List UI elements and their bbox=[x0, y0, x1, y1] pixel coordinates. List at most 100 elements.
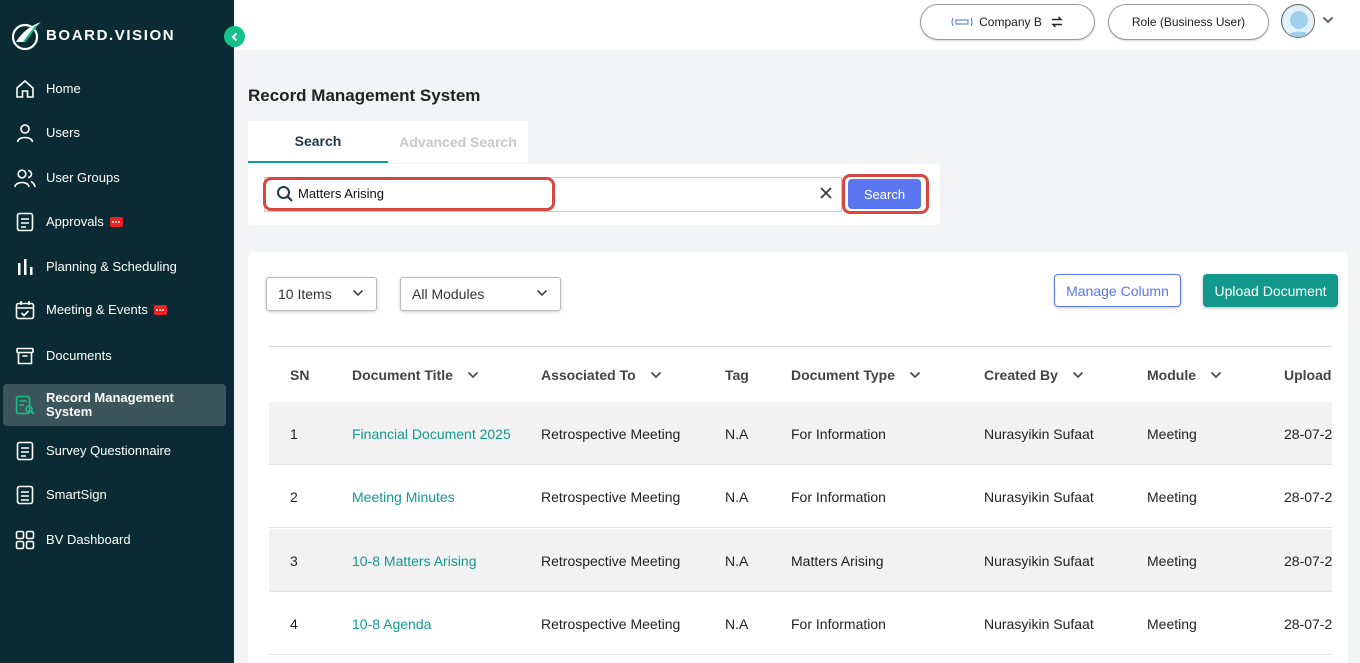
chevron-down-icon[interactable] bbox=[1322, 16, 1334, 24]
sidebar-item-survey-questionnaire[interactable]: Survey Questionnaire bbox=[3, 431, 226, 471]
chevron-left-icon bbox=[231, 32, 237, 41]
sidebar-item-label: User Groups bbox=[46, 170, 120, 185]
cell-associated-to: Retrospective Meeting bbox=[541, 426, 681, 442]
sidebar-item-users[interactable]: Users bbox=[3, 113, 226, 153]
document-title-link[interactable]: Financial Document 2025 bbox=[352, 426, 511, 442]
cell-module: Meeting bbox=[1147, 553, 1197, 569]
company-logo-icon bbox=[951, 17, 973, 27]
search-tabs: Search Advanced Search bbox=[248, 121, 528, 163]
cell-associated-to: Retrospective Meeting bbox=[541, 616, 681, 632]
documents-table: SN Document Title Associated To Tag Docu… bbox=[269, 346, 1332, 663]
cell-tag: N.A bbox=[725, 489, 749, 505]
cell-associated-to: Retrospective Meeting bbox=[541, 489, 681, 505]
cell-module: Meeting bbox=[1147, 426, 1197, 442]
role-label: Role (Business User) bbox=[1131, 15, 1246, 29]
logo[interactable]: BOARD.VISION bbox=[10, 18, 175, 52]
collapse-sidebar-button[interactable] bbox=[224, 26, 245, 47]
sidebar-item-record-management[interactable]: Record Management System bbox=[3, 384, 226, 426]
cell-sn: 1 bbox=[290, 426, 298, 442]
chevron-down-icon bbox=[467, 371, 478, 379]
close-icon[interactable] bbox=[819, 186, 833, 200]
top-bar: Company B Role (Business User) bbox=[234, 0, 1360, 50]
home-icon bbox=[14, 78, 36, 100]
document-title-link[interactable]: 10-8 Agenda bbox=[352, 616, 431, 632]
board-vision-logo-icon bbox=[11, 22, 41, 51]
cell-created-by: Nurasyikin Sufaat bbox=[984, 553, 1094, 569]
chevron-down-icon bbox=[650, 371, 661, 379]
company-name: Company B bbox=[979, 15, 1042, 29]
tab-advanced-search[interactable]: Advanced Search bbox=[388, 121, 528, 163]
table-row[interactable]: 2 Meeting Minutes Retrospective Meeting … bbox=[269, 465, 1332, 528]
items-per-page-value: 10 Items bbox=[278, 286, 332, 302]
search-icon bbox=[277, 186, 293, 202]
sidebar-item-label: SmartSign bbox=[46, 487, 107, 502]
company-switcher-button[interactable]: Company B bbox=[920, 4, 1095, 40]
document-title-link[interactable]: 10-8 Matters Arising bbox=[352, 553, 477, 569]
column-header-sn: SN bbox=[290, 367, 310, 383]
role-button[interactable]: Role (Business User) bbox=[1108, 4, 1269, 40]
document-title-link[interactable]: Meeting Minutes bbox=[352, 489, 455, 505]
avatar[interactable] bbox=[1281, 4, 1315, 38]
column-header-document-title[interactable]: Document Title bbox=[352, 367, 479, 383]
cell-module: Meeting bbox=[1147, 616, 1197, 632]
upload-document-button[interactable]: Upload Document bbox=[1203, 274, 1338, 307]
table-row[interactable]: 1 Financial Document 2025 Retrospective … bbox=[269, 402, 1332, 465]
cell-upload-date: 28-07-2 bbox=[1284, 426, 1332, 442]
user-groups-icon bbox=[14, 167, 36, 189]
cell-document-type: For Information bbox=[791, 426, 886, 442]
dashboard-grid-icon bbox=[14, 529, 36, 551]
user-avatar-icon bbox=[1283, 6, 1314, 37]
chevron-down-icon bbox=[1210, 371, 1222, 379]
chevron-down-icon bbox=[1072, 371, 1083, 379]
archive-icon bbox=[14, 345, 36, 367]
sidebar-item-meeting-events[interactable]: Meeting & Events bbox=[3, 290, 226, 330]
bar-chart-icon bbox=[14, 256, 36, 278]
survey-icon bbox=[14, 440, 36, 462]
column-header-created-by[interactable]: Created By bbox=[984, 367, 1084, 383]
column-header-document-type[interactable]: Document Type bbox=[791, 367, 921, 383]
tab-search[interactable]: Search bbox=[248, 121, 388, 163]
cell-created-by: Nurasyikin Sufaat bbox=[984, 616, 1094, 632]
cell-upload-date: 28-07-2 bbox=[1284, 489, 1332, 505]
cell-created-by: Nurasyikin Sufaat bbox=[984, 489, 1094, 505]
sidebar-item-label: Meeting & Events bbox=[46, 302, 148, 317]
cell-tag: N.A bbox=[725, 553, 749, 569]
sidebar-item-user-groups[interactable]: User Groups bbox=[3, 158, 226, 198]
brand-name: BOARD.VISION bbox=[46, 26, 176, 44]
cell-document-type: Matters Arising bbox=[791, 553, 884, 569]
table-row[interactable]: 4 10-8 Agenda Retrospective Meeting N.A … bbox=[269, 592, 1332, 655]
column-header-associated-to[interactable]: Associated To bbox=[541, 367, 662, 383]
sidebar-item-label: Approvals bbox=[46, 214, 104, 229]
sidebar-item-documents[interactable]: Documents bbox=[3, 336, 226, 376]
chevron-down-icon bbox=[352, 289, 364, 297]
page-title: Record Management System bbox=[248, 86, 481, 105]
cell-sn: 4 bbox=[290, 616, 298, 632]
sidebar-item-bv-dashboard[interactable]: BV Dashboard bbox=[3, 520, 226, 560]
search-button[interactable]: Search bbox=[848, 179, 921, 209]
search-input-value[interactable]: Matters Arising bbox=[298, 186, 384, 201]
sidebar: BOARD.VISION Home Users User Groups Appr… bbox=[0, 0, 245, 663]
sidebar-item-planning-scheduling[interactable]: Planning & Scheduling bbox=[3, 247, 226, 287]
cell-associated-to: Retrospective Meeting bbox=[541, 553, 681, 569]
cell-module: Meeting bbox=[1147, 489, 1197, 505]
cell-upload-date: 28-07-2 bbox=[1284, 616, 1332, 632]
column-header-module[interactable]: Module bbox=[1147, 367, 1222, 383]
cell-sn: 2 bbox=[290, 489, 298, 505]
table-row[interactable]: 3 10-8 Matters Arising Retrospective Mee… bbox=[269, 529, 1332, 592]
cell-tag: N.A bbox=[725, 426, 749, 442]
table-header: SN Document Title Associated To Tag Docu… bbox=[269, 347, 1332, 402]
items-per-page-select[interactable]: 10 Items bbox=[266, 277, 377, 311]
notification-badge-icon bbox=[153, 305, 167, 315]
modules-select[interactable]: All Modules bbox=[400, 277, 561, 311]
cell-created-by: Nurasyikin Sufaat bbox=[984, 426, 1094, 442]
manage-column-button[interactable]: Manage Column bbox=[1054, 274, 1181, 307]
sidebar-item-smartsign[interactable]: SmartSign bbox=[3, 475, 226, 515]
sidebar-item-label: Record Management System bbox=[46, 390, 174, 419]
sidebar-item-approvals[interactable]: Approvals bbox=[3, 202, 226, 242]
record-icon bbox=[14, 394, 36, 416]
user-icon bbox=[14, 122, 36, 144]
chevron-down-icon bbox=[536, 289, 548, 297]
sidebar-item-home[interactable]: Home bbox=[3, 69, 226, 109]
chevron-down-icon bbox=[909, 371, 921, 379]
calendar-icon bbox=[14, 299, 36, 321]
